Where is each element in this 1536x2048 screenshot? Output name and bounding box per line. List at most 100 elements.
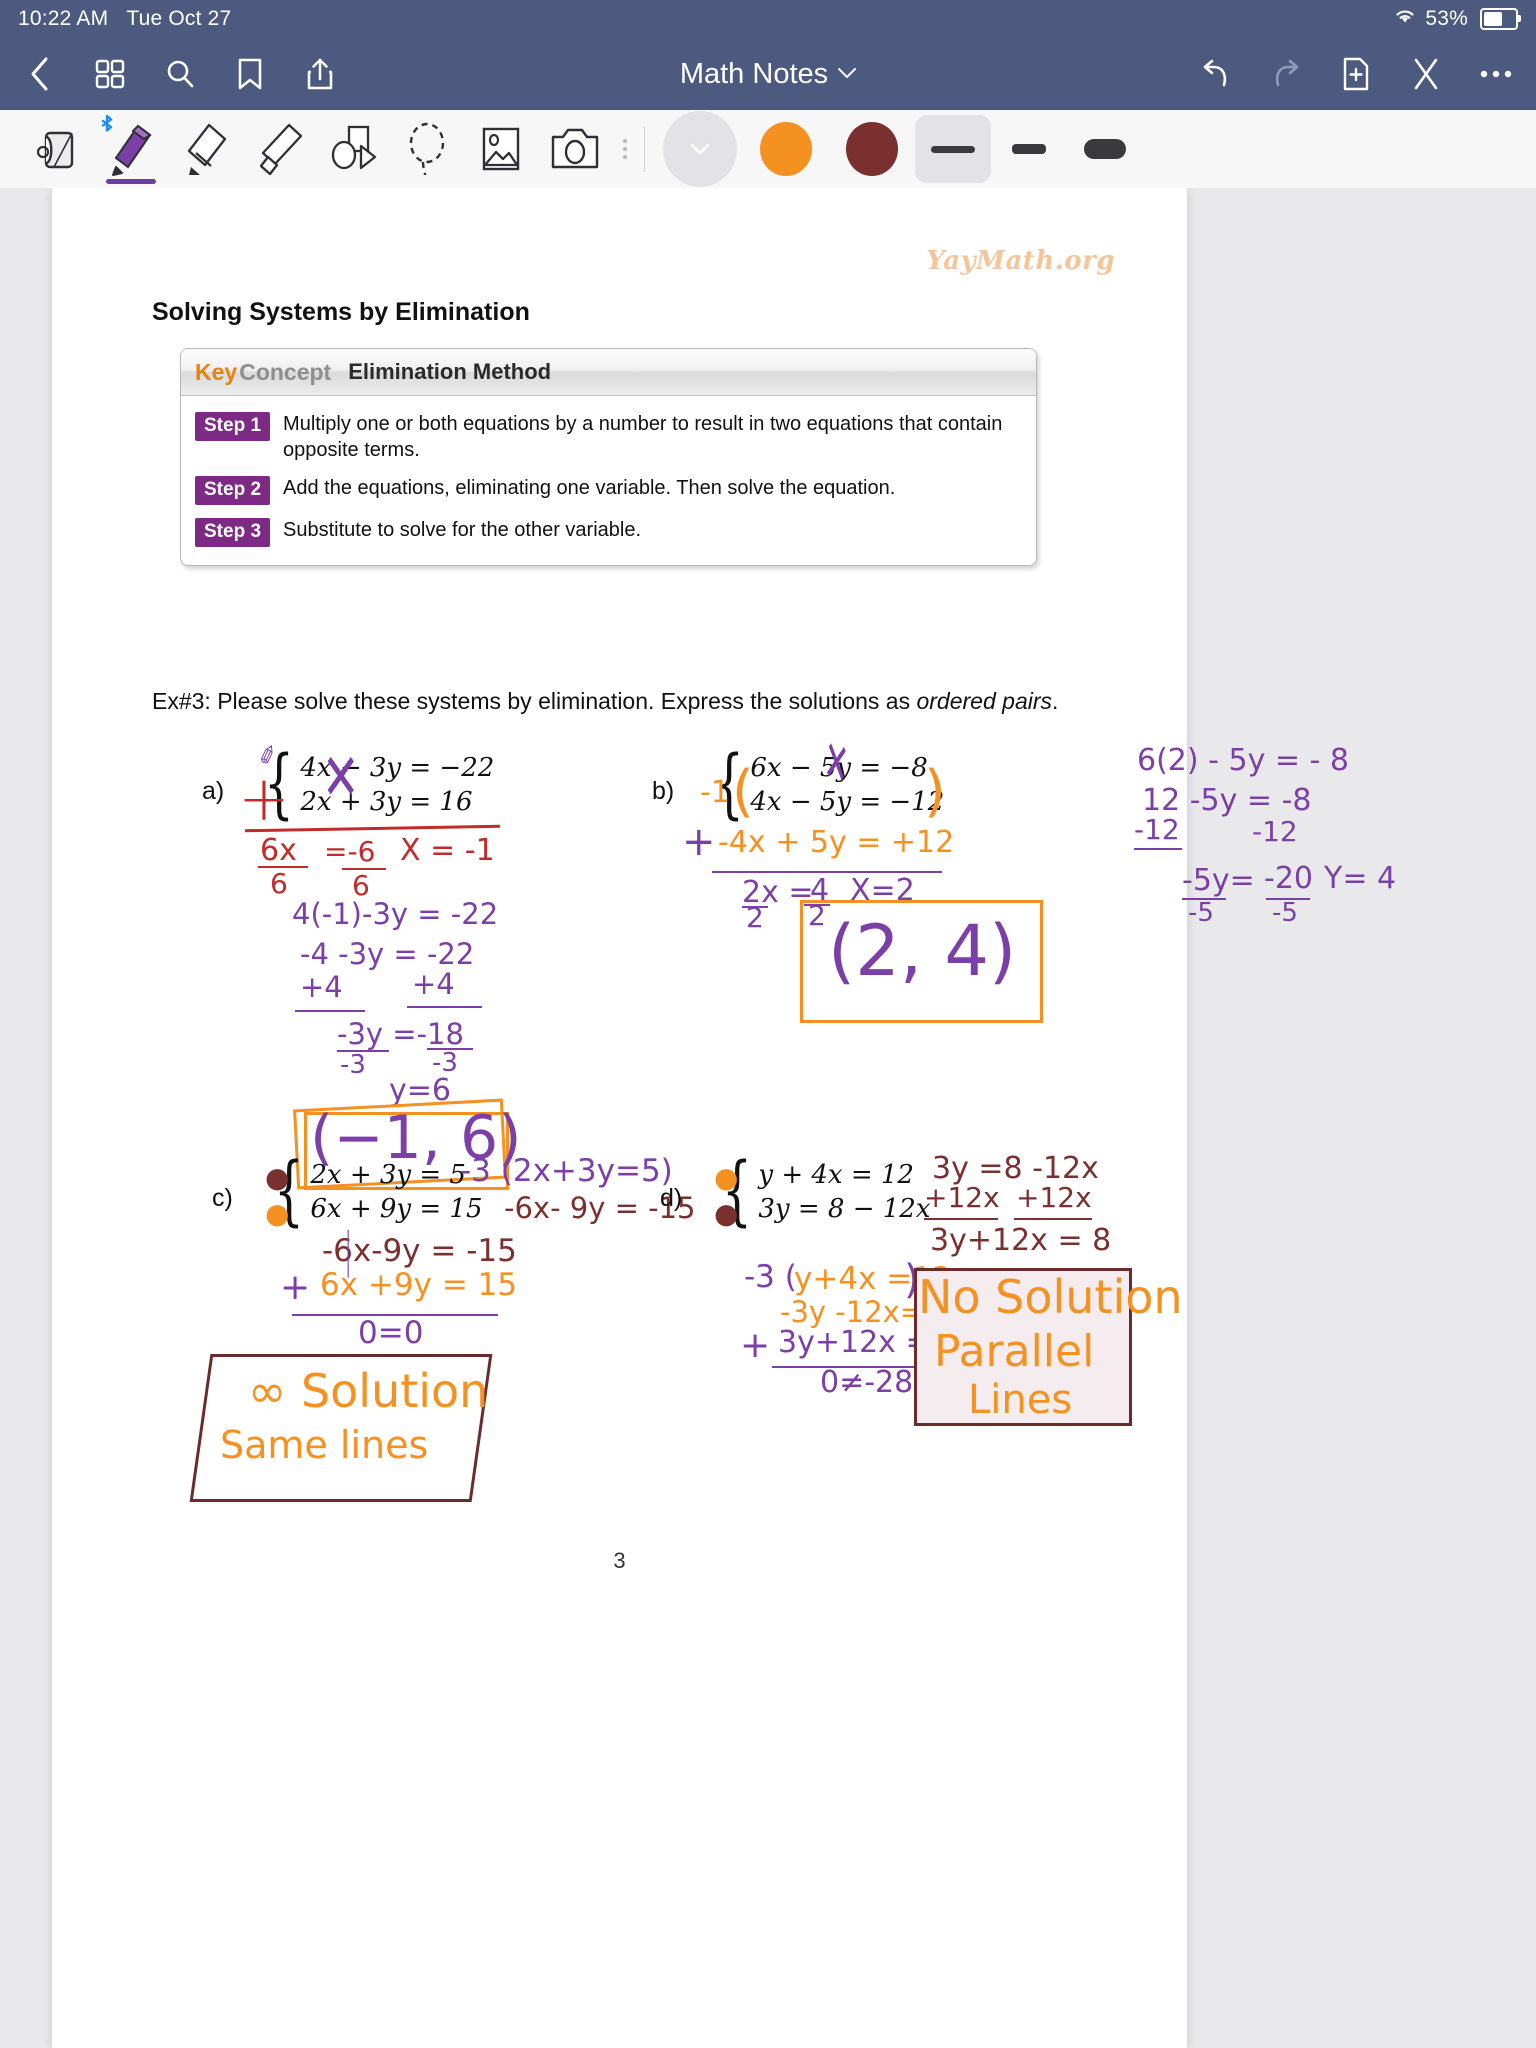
- toolbar-divider: [644, 126, 645, 172]
- ink-a-xeq: X = -1: [400, 833, 495, 868]
- shapes-tool[interactable]: [316, 112, 390, 186]
- close-icon[interactable]: [1408, 55, 1444, 93]
- ink-b-neg1: -1: [700, 775, 730, 810]
- ink-a-6den: 6: [270, 867, 288, 900]
- ink-plus-a: +: [238, 762, 290, 835]
- pen-tool[interactable]: [94, 112, 168, 186]
- share-icon[interactable]: [302, 55, 338, 93]
- status-bar: 10:22 AM Tue Oct 27 53%: [0, 0, 1536, 38]
- bluetooth-icon: [98, 114, 116, 140]
- toolbar-drag-handle[interactable]: [618, 139, 632, 159]
- ink-a-3y: -3y =-18: [337, 1017, 464, 1051]
- battery-icon: [1480, 8, 1521, 30]
- problem-c-equation-1: 2x + 3y = 5: [310, 1160, 466, 1190]
- note-canvas[interactable]: YayMath.org Solving Systems by Eliminati…: [0, 188, 1536, 2048]
- answer-d: No Solution: [918, 1270, 1183, 1324]
- ink-b-sub1: 6(2) - 5y = - 8: [1137, 743, 1349, 778]
- ink-b-neg5b: -5: [1272, 898, 1298, 928]
- eraser-tool[interactable]: [168, 112, 242, 186]
- ink-a-add4-right: +4: [412, 967, 455, 1001]
- ink-a-eq-neg6: =-6: [324, 835, 376, 868]
- ink-b-m12b: -12: [1252, 815, 1298, 848]
- problem-d-label: d): [660, 1184, 683, 1212]
- ink-b-sub2: 12 -5y = -8: [1142, 783, 1312, 818]
- ink-b-paren-open: (: [732, 759, 754, 824]
- ink-a-neg3a: -3: [340, 1050, 366, 1080]
- grid-thumbnails-icon[interactable]: [92, 55, 128, 93]
- problem-c-equation-2: 6x + 9y = 15: [310, 1194, 483, 1224]
- ink-c-multiply: -3 (2x+3y=5): [460, 1153, 673, 1189]
- yaymath-watermark: YayMath.org: [926, 246, 1115, 276]
- ink-rule-b2: [1134, 848, 1182, 850]
- status-time: 10:22 AM: [18, 7, 109, 30]
- page-title: Solving Systems by Elimination: [152, 298, 530, 326]
- ink-b-m12a: -12: [1134, 813, 1180, 846]
- ink-c-plus: +: [280, 1267, 311, 1308]
- key-concept-header: Key Concept Elimination Method: [181, 349, 1036, 396]
- color-swatch-maroon[interactable]: [829, 112, 915, 186]
- key-concept-step: Step 2 Add the equations, eliminating on…: [195, 476, 1018, 506]
- ink-d-contradiction: 0≠-28: [820, 1365, 914, 1400]
- status-date: Tue Oct 27: [126, 7, 232, 30]
- back-chevron-icon[interactable]: [22, 55, 58, 93]
- ink-cancel-y-a: ✕: [322, 741, 360, 815]
- ink-rule-d2: [1014, 1218, 1092, 1220]
- ink-b-yeq4: Y= 4: [1324, 861, 1397, 896]
- ink-a-6x: 6x: [260, 833, 297, 868]
- step-badge: Step 2: [195, 476, 271, 506]
- answer-d-sub2: Lines: [968, 1377, 1073, 1423]
- ink-b-cancel-y: ✕: [821, 725, 851, 801]
- exercise-prompt-plain: Ex#3: Please solve these systems by elim…: [152, 688, 917, 714]
- step-badge: Step 3: [195, 518, 271, 548]
- camera-tool[interactable]: [538, 112, 612, 186]
- key-concept-key-label: Key: [195, 358, 238, 385]
- ink-c-dot-1: ●: [265, 1161, 290, 1194]
- ink-b-neg5a: -5: [1188, 898, 1214, 928]
- ink-b-2den: 2: [746, 901, 764, 934]
- ink-b-paren-close: ): [924, 759, 946, 824]
- step-text: Add the equations, eliminating one varia…: [283, 477, 896, 500]
- stroke-width-thin[interactable]: [915, 115, 991, 183]
- highlighter-tool[interactable]: [242, 112, 316, 186]
- more-options-icon[interactable]: [1478, 55, 1514, 93]
- add-page-icon[interactable]: [1338, 55, 1374, 93]
- ink-d-plus: +: [740, 1325, 771, 1366]
- ink-rule-d1: [924, 1218, 998, 1220]
- ink-a-sub2: -4 -3y = -22: [300, 937, 475, 971]
- note-page[interactable]: YayMath.org Solving Systems by Eliminati…: [52, 188, 1396, 2048]
- ink-rule-a-right: [407, 1006, 482, 1008]
- ink-c-zero: 0=0: [358, 1315, 424, 1351]
- chevron-down-icon[interactable]: [838, 64, 857, 84]
- bookmark-icon[interactable]: [232, 55, 268, 93]
- step-badge: Step 1: [195, 412, 271, 441]
- undo-icon[interactable]: [1198, 55, 1234, 93]
- key-concept-step: Step 1 Multiply one or both equations by…: [195, 412, 1018, 463]
- ink-b-neg20: -20: [1264, 861, 1313, 896]
- stroke-width-thick[interactable]: [1067, 115, 1143, 183]
- color-swatch-purple[interactable]: [657, 111, 743, 187]
- problem-b-label: b): [652, 777, 675, 805]
- ink-d-dot-1: ●: [714, 1161, 739, 1194]
- document-title-label: Math Notes: [679, 57, 829, 90]
- answer-d-sub: Parallel: [934, 1326, 1095, 1377]
- document-title[interactable]: Math Notes: [679, 57, 857, 91]
- wifi-icon: [1393, 6, 1417, 30]
- ink-d-add12b: +12x: [1016, 1181, 1092, 1214]
- insert-image-tool[interactable]: [464, 112, 538, 186]
- ink-d-multiply: -3 (: [744, 1259, 797, 1295]
- key-concept-concept-label: Concept: [239, 358, 332, 385]
- nav-bar: Math Notes: [0, 38, 1536, 110]
- lasso-select-tool[interactable]: [390, 112, 464, 186]
- ink-a-6den2: 6: [352, 869, 370, 902]
- ink-d-rearrange2: 3y+12x = 8: [930, 1223, 1112, 1258]
- drawing-toolbar: [0, 110, 1536, 189]
- page-layers-tool[interactable]: [20, 112, 94, 186]
- redo-icon[interactable]: [1268, 55, 1304, 93]
- color-swatch-orange[interactable]: [743, 112, 829, 186]
- search-icon[interactable]: [162, 55, 198, 93]
- problem-b-equation-2: 4x − 5y = −12: [750, 787, 945, 817]
- problem-d-equation-1: y + 4x = 12: [758, 1160, 914, 1190]
- exercise-prompt-italic: ordered pairs: [916, 688, 1053, 714]
- stroke-width-medium[interactable]: [991, 115, 1067, 183]
- key-concept-method-label: Elimination Method: [348, 359, 552, 384]
